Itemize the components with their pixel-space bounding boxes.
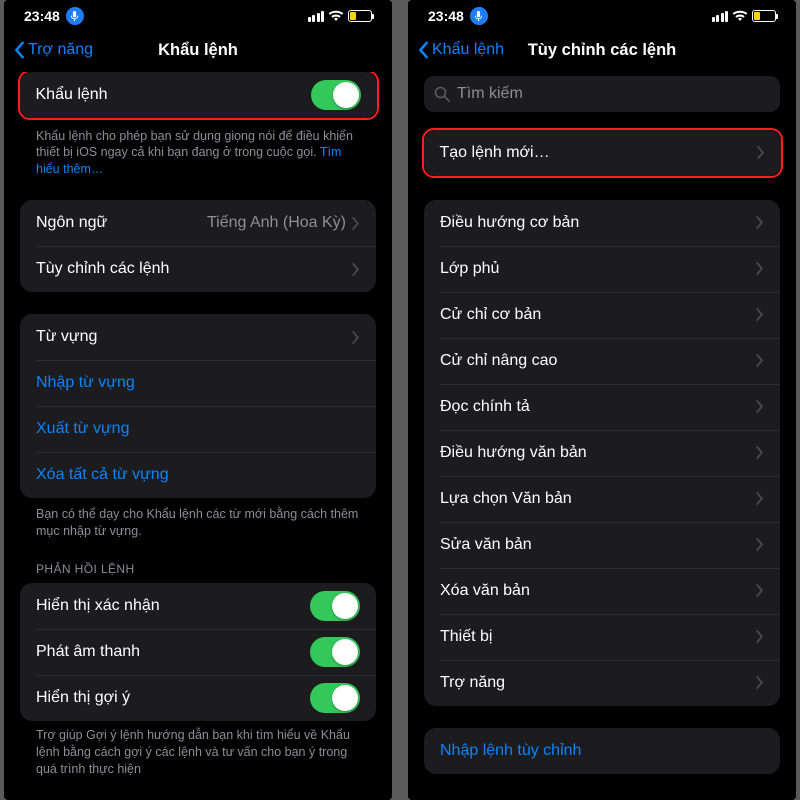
import-vocab-row[interactable]: Nhập từ vựng: [20, 360, 376, 406]
toggle-switch[interactable]: [310, 683, 360, 713]
export-vocab-row[interactable]: Xuất từ vựng: [20, 406, 376, 452]
category-row[interactable]: Đọc chính tả: [424, 384, 780, 430]
play-sound-row[interactable]: Phát âm thanh: [20, 629, 376, 675]
language-value: Tiếng Anh (Hoa Kỳ): [207, 214, 346, 232]
chevron-right-icon: [756, 216, 764, 229]
chevron-right-icon: [756, 492, 764, 505]
chevron-right-icon: [756, 538, 764, 551]
chevron-left-icon: [14, 41, 26, 59]
cellular-signal-icon: [308, 11, 325, 22]
back-label: Khẩu lệnh: [432, 41, 504, 59]
toggle-switch[interactable]: [310, 637, 360, 667]
highlight-box: Tạo lệnh mới…: [422, 128, 783, 178]
category-row[interactable]: Lớp phủ: [424, 246, 780, 292]
chevron-right-icon: [756, 308, 764, 321]
hints-note: Trợ giúp Gợi ý lệnh hướng dẫn bạn khi tì…: [20, 727, 376, 778]
vocabulary-row[interactable]: Từ vựng: [20, 314, 376, 360]
chevron-right-icon: [352, 263, 360, 276]
search-field[interactable]: [424, 76, 780, 112]
status-time: 23:48: [24, 8, 60, 24]
category-row[interactable]: Sửa văn bản: [424, 522, 780, 568]
chevron-left-icon: [418, 41, 430, 59]
back-button[interactable]: Khẩu lệnh: [418, 41, 504, 59]
battery-icon: [348, 10, 372, 22]
category-row[interactable]: Điều hướng cơ bản: [424, 200, 780, 246]
toggle-switch[interactable]: [311, 80, 361, 110]
language-row[interactable]: Ngôn ngữ Tiếng Anh (Hoa Kỳ): [20, 200, 376, 246]
chevron-right-icon: [756, 262, 764, 275]
create-new-command-row[interactable]: Tạo lệnh mới…: [424, 130, 781, 176]
mic-recording-icon: [66, 7, 84, 25]
show-confirm-row[interactable]: Hiển thị xác nhận: [20, 583, 376, 629]
chevron-right-icon: [756, 630, 764, 643]
back-button[interactable]: Trợ năng: [14, 41, 93, 59]
search-icon: [434, 86, 450, 102]
chevron-right-icon: [756, 354, 764, 367]
category-row[interactable]: Điều hướng văn bản: [424, 430, 780, 476]
delete-vocab-row[interactable]: Xóa tất cả từ vựng: [20, 452, 376, 498]
import-custom-commands-row[interactable]: Nhập lệnh tùy chỉnh: [424, 728, 780, 774]
section-header: PHẢN HỒI LỆNH: [20, 562, 376, 583]
category-row[interactable]: Cử chỉ cơ bản: [424, 292, 780, 338]
mic-recording-icon: [470, 7, 488, 25]
wifi-icon: [328, 10, 344, 22]
chevron-right-icon: [756, 584, 764, 597]
highlight-box: Khẩu lệnh: [18, 72, 379, 120]
battery-icon: [752, 10, 776, 22]
chevron-right-icon: [756, 676, 764, 689]
chevron-right-icon: [757, 146, 765, 159]
nav-bar: Trợ năng Khẩu lệnh: [4, 32, 392, 72]
customize-commands-row[interactable]: Tùy chỉnh các lệnh: [20, 246, 376, 292]
category-row[interactable]: Trợ năng: [424, 660, 780, 706]
phone-left: 23:48 Trợ năng Khẩu lệnh Khẩu lệnh: [4, 0, 392, 800]
search-input[interactable]: [457, 85, 770, 103]
status-time: 23:48: [428, 8, 464, 24]
category-row[interactable]: Lựa chọn Văn bản: [424, 476, 780, 522]
category-row[interactable]: Xóa văn bản: [424, 568, 780, 614]
chevron-right-icon: [756, 446, 764, 459]
chevron-right-icon: [352, 217, 360, 230]
vocab-note: Bạn có thể dạy cho Khẩu lệnh các từ mới …: [20, 506, 376, 540]
category-row[interactable]: Cử chỉ nâng cao: [424, 338, 780, 384]
row-label: Khẩu lệnh: [36, 86, 311, 104]
voice-control-toggle-row[interactable]: Khẩu lệnh: [20, 72, 377, 118]
category-row[interactable]: Thiết bị: [424, 614, 780, 660]
cellular-signal-icon: [712, 11, 729, 22]
show-hints-row[interactable]: Hiển thị gợi ý: [20, 675, 376, 721]
chevron-right-icon: [756, 400, 764, 413]
wifi-icon: [732, 10, 748, 22]
nav-bar: Khẩu lệnh Tùy chỉnh các lệnh: [408, 32, 796, 72]
chevron-right-icon: [352, 331, 360, 344]
status-bar: 23:48: [4, 0, 392, 32]
toggle-switch[interactable]: [310, 591, 360, 621]
toggle-description: Khẩu lệnh cho phép bạn sử dụng giọng nói…: [20, 128, 376, 179]
back-label: Trợ năng: [28, 41, 93, 59]
phone-right: 23:48 Khẩu lệnh Tùy chỉnh các lệnh Tạo l…: [408, 0, 796, 800]
status-bar: 23:48: [408, 0, 796, 32]
